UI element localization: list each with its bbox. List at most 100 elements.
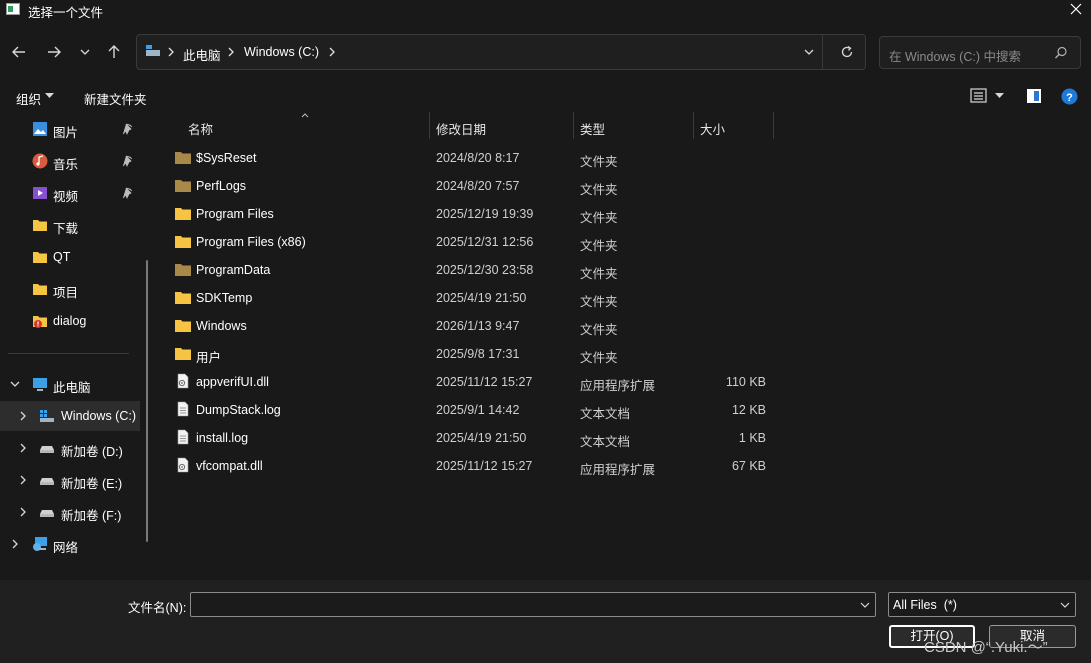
sidebar-item-projects[interactable]: 项目 (0, 274, 140, 304)
sidebar-item-drive-e[interactable]: 新加卷 (E:) (0, 465, 140, 495)
file-row[interactable]: install.log 2025/4/19 21:50 文本文档 1 KB (170, 424, 780, 452)
recent-locations-chevron-icon[interactable] (74, 42, 96, 62)
file-date: 2025/11/12 15:27 (436, 459, 533, 473)
organize-dropdown-icon[interactable] (45, 93, 54, 99)
chevron-right-icon[interactable] (10, 538, 20, 550)
sidebar-item-windows-c[interactable]: Windows (C:) (0, 401, 140, 431)
pin-icon[interactable] (122, 155, 134, 167)
file-row[interactable]: ProgramData 2025/12/30 23:58 文件夹 (170, 256, 780, 284)
sidebar-item-qt[interactable]: QT (0, 242, 140, 272)
file-date: 2025/4/19 21:50 (436, 431, 527, 445)
file-date: 2025/9/1 14:42 (436, 403, 520, 417)
column-divider[interactable] (429, 112, 430, 139)
new-folder-button[interactable]: 新建文件夹 (84, 89, 147, 108)
file-size: 110 KB (725, 375, 766, 389)
sidebar-scrollbar[interactable] (146, 260, 148, 542)
file-row[interactable]: Program Files 2025/12/19 19:39 文件夹 (170, 200, 780, 228)
organize-button[interactable]: 组织 (16, 89, 41, 108)
command-bar (0, 81, 1091, 112)
folder-dim-icon (175, 152, 191, 164)
search-icon[interactable] (1054, 46, 1068, 60)
chevron-down-icon[interactable] (10, 378, 20, 390)
column-header-name[interactable]: 名称 (188, 119, 213, 138)
sidebar-item-network[interactable]: 网络 (0, 529, 140, 559)
file-type: 文件夹 (580, 211, 618, 225)
sidebar-item-drive-d[interactable]: 新加卷 (D:) (0, 433, 140, 463)
breadcrumb-chevron-icon (168, 47, 174, 57)
column-header-date[interactable]: 修改日期 (436, 119, 486, 138)
help-icon[interactable]: ? (1061, 88, 1078, 105)
sidebar-item-drive-f[interactable]: 新加卷 (F:) (0, 497, 140, 527)
file-type-select[interactable]: All Files (*) (888, 592, 1076, 617)
file-type: 文本文档 (580, 407, 631, 421)
file-row[interactable]: appverifUI.dll 2025/11/12 15:27 应用程序扩展 110 … (170, 368, 780, 396)
sidebar-item-label: 音乐 (53, 158, 79, 172)
filename-history-chevron-icon[interactable] (859, 601, 871, 609)
column-divider[interactable] (773, 112, 774, 139)
file-type: 文件夹 (580, 267, 618, 281)
address-history-chevron-icon[interactable] (803, 47, 815, 57)
breadcrumb-chevron-icon[interactable] (328, 47, 336, 57)
file-row[interactable]: DumpStack.log 2025/9/1 14:42 文本文档 12 KB (170, 396, 780, 424)
pin-icon[interactable] (122, 123, 134, 135)
up-arrow-icon[interactable] (103, 42, 125, 62)
file-row[interactable]: vfcompat.dll 2025/11/12 15:27 应用程序扩展 67 KB (170, 452, 780, 480)
window-title: 选择一个文件 (28, 6, 104, 20)
chevron-right-icon[interactable] (18, 410, 28, 422)
text-file-icon (177, 429, 189, 445)
file-type: 应用程序扩展 (580, 379, 656, 393)
breadcrumb-windows-c[interactable]: Windows (C:) (244, 45, 319, 59)
folder-icon (175, 208, 191, 220)
chevron-down-icon[interactable] (1059, 601, 1071, 609)
file-row[interactable]: PerfLogs 2024/8/20 7:57 文件夹 (170, 172, 780, 200)
dll-file-icon (177, 373, 189, 389)
breadcrumb-this-pc[interactable]: 此电脑 (183, 45, 221, 64)
sidebar-item-pictures[interactable]: 图片 (0, 114, 140, 144)
sidebar-item-dialog[interactable]: dialog (0, 306, 140, 336)
file-row[interactable]: $SysReset 2024/8/20 8:17 文件夹 (170, 144, 780, 172)
file-date: 2024/8/20 7:57 (436, 179, 520, 193)
search-box[interactable]: 在 Windows (C:) 中搜索 (879, 36, 1081, 69)
file-date: 2025/4/19 21:50 (436, 291, 527, 305)
this-pc-icon (33, 378, 47, 391)
preview-pane-icon[interactable] (1026, 88, 1042, 104)
sidebar-item-videos[interactable]: 视频 (0, 178, 140, 208)
address-divider (822, 35, 823, 69)
drive-icon (40, 446, 54, 453)
folder-dim-icon (175, 264, 191, 276)
pin-icon[interactable] (122, 187, 134, 199)
column-divider[interactable] (693, 112, 694, 139)
chevron-right-icon[interactable] (18, 442, 28, 454)
forward-arrow-icon[interactable] (43, 42, 65, 62)
sidebar-item-downloads[interactable]: 下载 (0, 210, 140, 240)
sidebar-item-this-pc[interactable]: 此电脑 (0, 369, 140, 399)
file-row[interactable]: 用户 2025/9/8 17:31 文件夹 (170, 340, 780, 368)
chevron-right-icon[interactable] (18, 474, 28, 486)
folder-icon (175, 236, 191, 248)
back-arrow-icon[interactable] (8, 42, 30, 62)
file-row[interactable]: Program Files (x86) 2025/12/31 12:56 文件夹 (170, 228, 780, 256)
column-divider[interactable] (573, 112, 574, 139)
column-header-size[interactable]: 大小 (700, 119, 725, 138)
dll-file-icon (177, 457, 189, 473)
filename-input[interactable] (190, 592, 876, 617)
folder-dim-icon (175, 180, 191, 192)
close-icon[interactable] (1064, 0, 1088, 20)
breadcrumb-chevron-icon (228, 47, 234, 57)
address-bar[interactable]: 此电脑 Windows (C:) (136, 34, 866, 70)
file-name: ProgramData (196, 263, 271, 277)
chevron-right-icon[interactable] (18, 506, 28, 518)
music-icon (32, 153, 48, 169)
view-options-icon[interactable] (970, 88, 988, 104)
sidebar-item-music[interactable]: 音乐 (0, 146, 140, 176)
view-dropdown-icon[interactable] (995, 93, 1004, 99)
file-row[interactable]: Windows 2026/1/13 9:47 文件夹 (170, 312, 780, 340)
file-name: Program Files (x86) (196, 235, 306, 249)
file-name: $SysReset (196, 151, 257, 165)
file-size: 67 KB (731, 459, 766, 473)
column-header-type[interactable]: 类型 (580, 119, 605, 138)
drive-icon (40, 478, 54, 485)
file-row[interactable]: SDKTemp 2025/4/19 21:50 文件夹 (170, 284, 780, 312)
folder-icon (33, 284, 47, 295)
refresh-icon[interactable] (840, 45, 854, 59)
